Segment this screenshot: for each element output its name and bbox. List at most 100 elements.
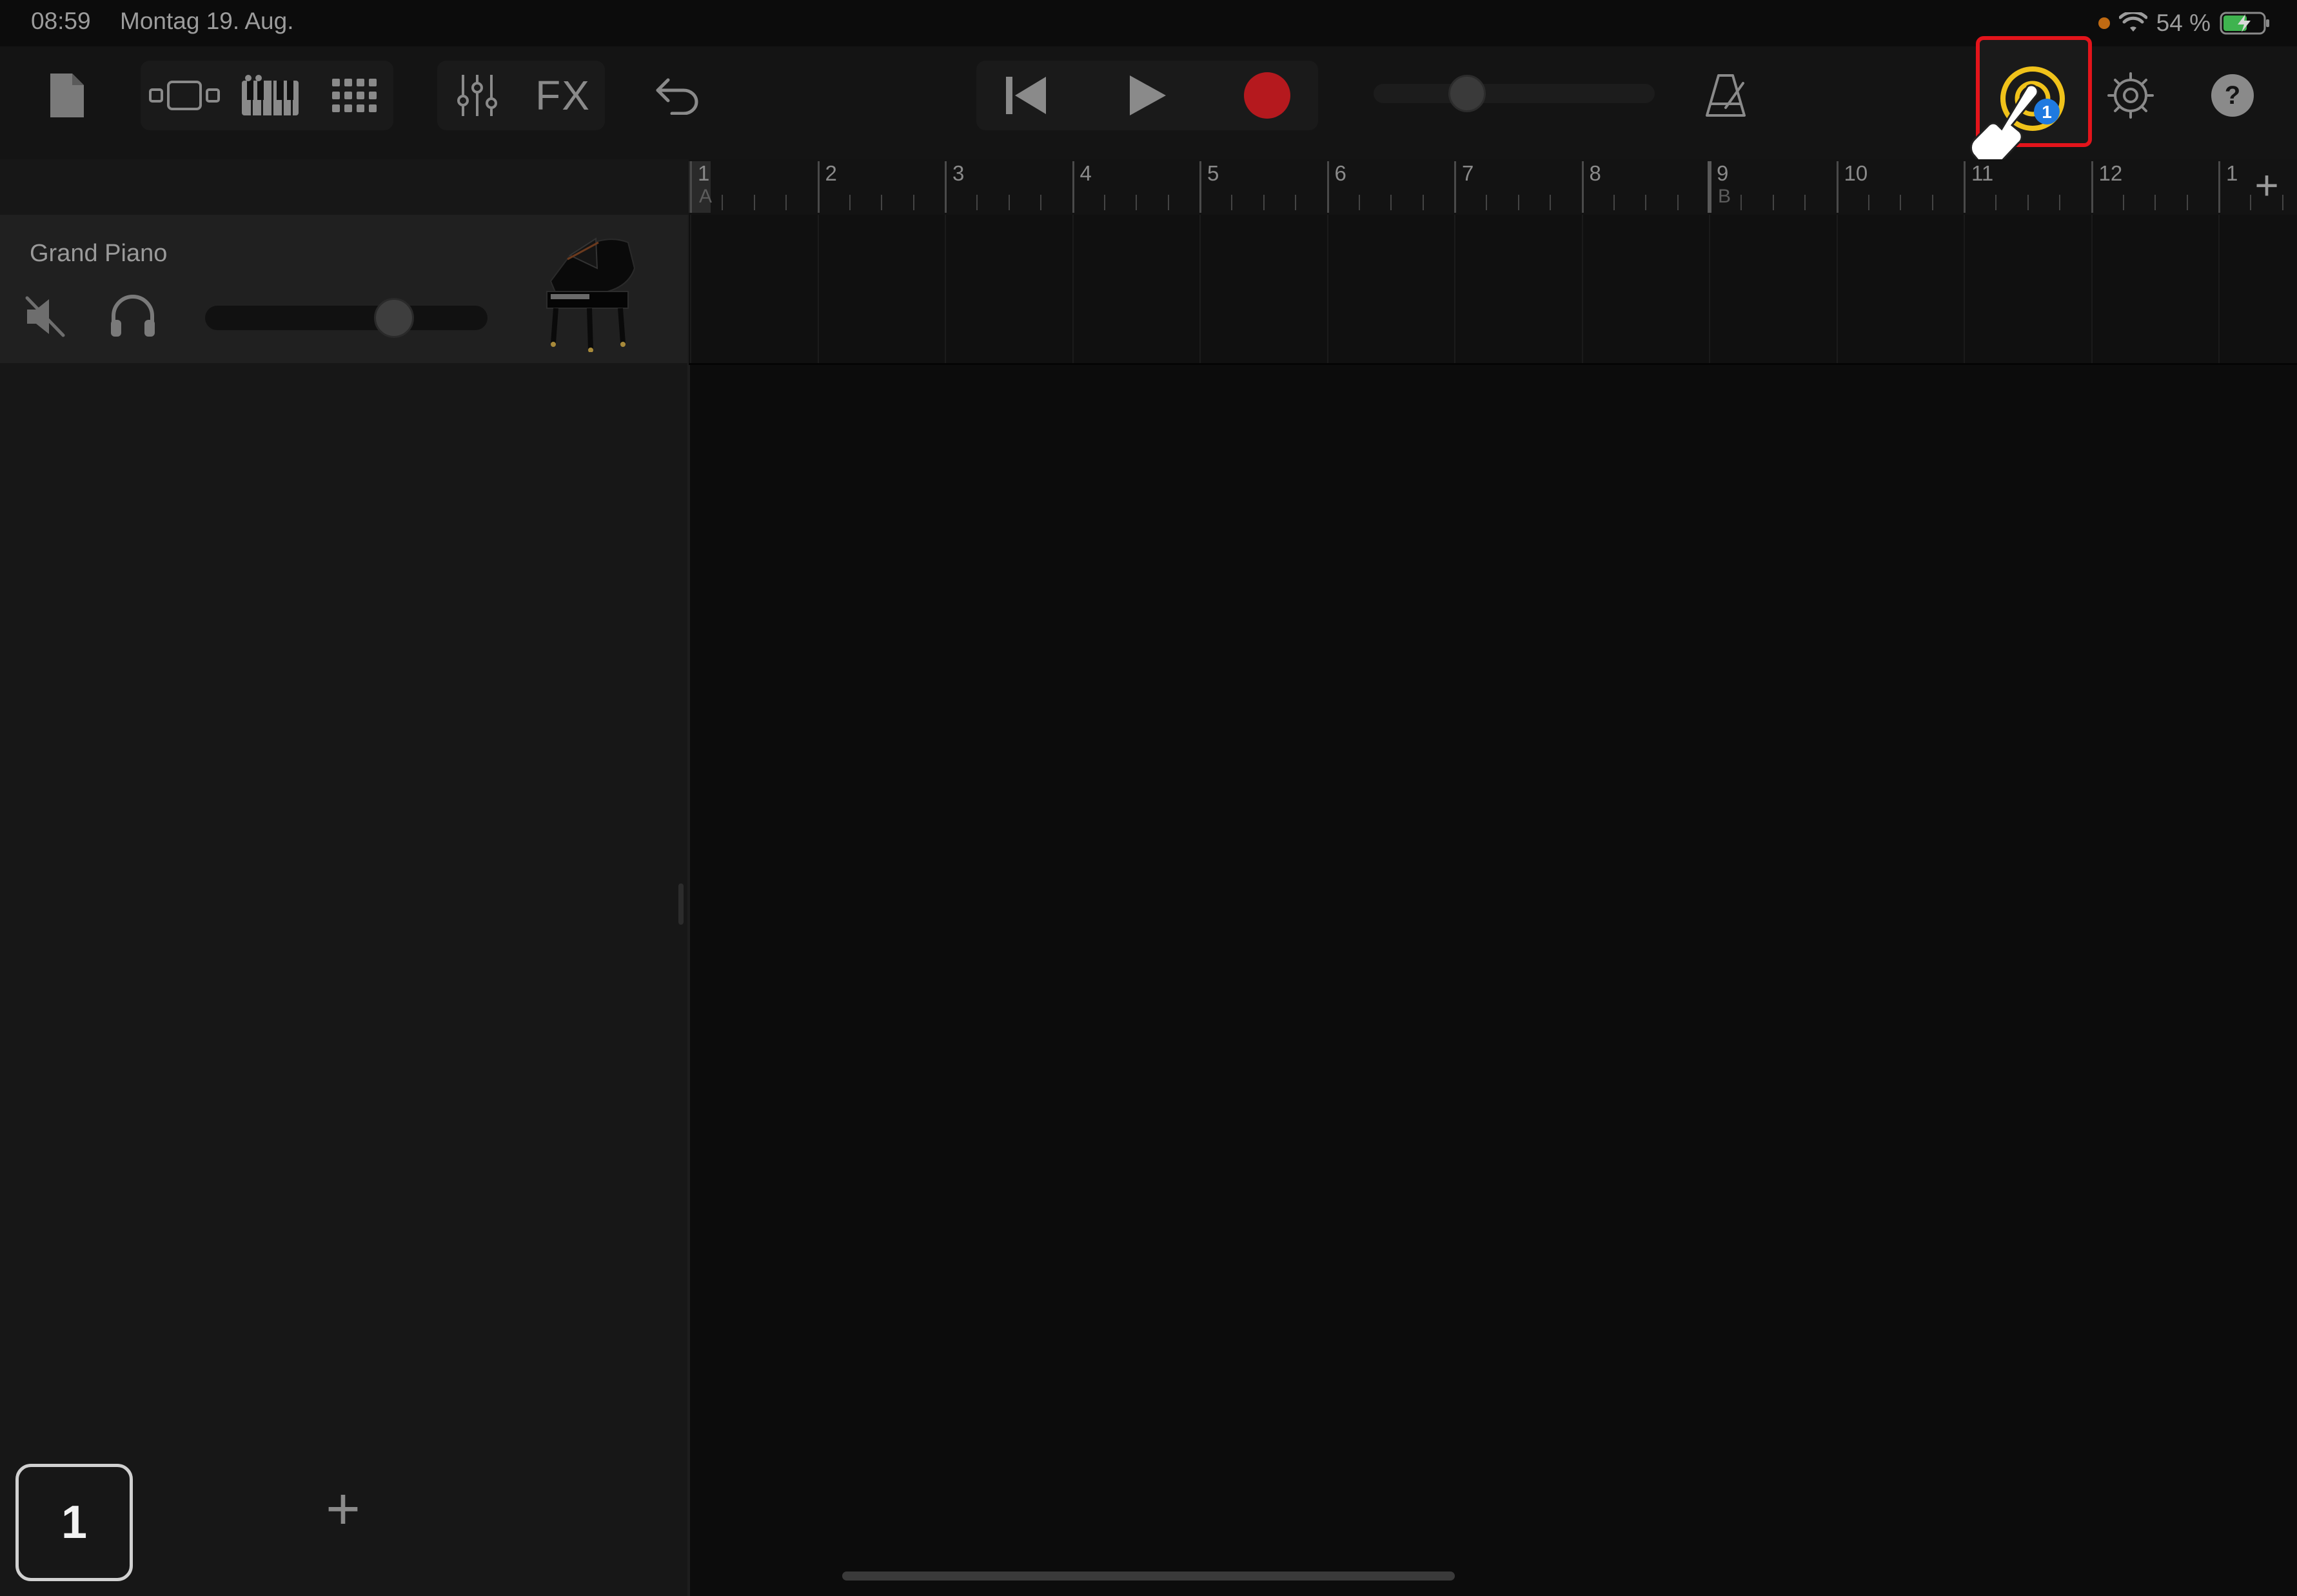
- tap-hand-icon: [1969, 80, 2042, 170]
- track-view-icon[interactable]: [146, 67, 223, 124]
- beat-tick: [1517, 195, 1519, 210]
- bar-number: 4: [1079, 161, 1092, 185]
- beat-tick: [1103, 195, 1105, 210]
- status-time: 08:59: [31, 8, 91, 34]
- bar-line: [1199, 161, 1201, 213]
- bar-line: [1581, 161, 1584, 213]
- bar-line: [1326, 161, 1329, 213]
- add-track-button[interactable]: +: [317, 1476, 369, 1542]
- mute-icon[interactable]: [23, 294, 67, 339]
- rewind-icon[interactable]: [991, 67, 1061, 124]
- lane-grid-line: [690, 215, 691, 363]
- play-icon[interactable]: [1112, 67, 1183, 124]
- beat-tick: [1868, 195, 1869, 210]
- beat-tick: [2154, 195, 2156, 210]
- lane-grid-line: [817, 215, 819, 363]
- grid-icon[interactable]: [319, 67, 389, 124]
- lane-grid-line: [1964, 215, 1965, 363]
- wifi-icon: [2118, 12, 2147, 32]
- lane-grid-line: [1326, 215, 1328, 363]
- beat-tick: [1295, 195, 1297, 210]
- bar-number: 10: [1844, 161, 1868, 185]
- track-name: Grand Piano: [30, 240, 168, 267]
- beat-tick: [1772, 195, 1774, 210]
- header-resize-handle[interactable]: [678, 883, 684, 925]
- bar-line: [817, 161, 820, 213]
- bar-number: 6: [1334, 161, 1346, 185]
- beat-tick: [1740, 195, 1742, 210]
- beat-tick: [912, 195, 914, 210]
- header-separator: [687, 215, 690, 1596]
- undo-icon[interactable]: [649, 67, 707, 124]
- volume-slider-track[interactable]: [205, 306, 488, 330]
- beat-tick: [1008, 195, 1010, 210]
- bar-number: 9: [1717, 161, 1729, 185]
- volume-slider-knob[interactable]: [374, 298, 415, 338]
- fx-button[interactable]: FX: [527, 67, 598, 124]
- loop-badge: 1: [2042, 102, 2052, 122]
- beat-tick: [1645, 195, 1647, 210]
- beat-tick: [1358, 195, 1360, 210]
- bar-line: [1072, 161, 1074, 213]
- bar-number: 1: [2226, 161, 2238, 185]
- beat-tick: [1263, 195, 1265, 210]
- beat-tick: [2122, 195, 2124, 210]
- headphones-icon[interactable]: [108, 293, 157, 339]
- bar-number: 12: [2098, 161, 2123, 185]
- mixer-icon[interactable]: [445, 67, 509, 124]
- lane-grid-line: [1709, 215, 1710, 363]
- beat-tick: [1390, 195, 1392, 210]
- track-lane-grand-piano[interactable]: [689, 215, 2297, 365]
- tempo-slider-knob[interactable]: [1448, 75, 1486, 112]
- bar-number: 2: [825, 161, 837, 185]
- tempo-slider-track[interactable]: [1374, 84, 1655, 103]
- bar-number: 7: [1462, 161, 1474, 185]
- bar-line: [690, 161, 692, 213]
- lane-grid-line: [1836, 215, 1838, 363]
- lane-grid-line: [945, 215, 946, 363]
- help-icon[interactable]: ?: [2202, 67, 2263, 124]
- bar-number: 5: [1207, 161, 1219, 185]
- timeline-ruler[interactable]: [689, 159, 2297, 215]
- lane-grid-line: [2218, 215, 2220, 363]
- bar-number: 3: [952, 161, 965, 185]
- bar-line: [1454, 161, 1456, 213]
- beat-tick: [1613, 195, 1615, 210]
- keyboard-icon[interactable]: [235, 67, 306, 124]
- document-icon[interactable]: [39, 67, 95, 124]
- beat-tick: [1136, 195, 1138, 210]
- beat-tick: [1677, 195, 1679, 210]
- bar-line: [2218, 161, 2220, 213]
- lane-grid-line: [1072, 215, 1074, 363]
- status-right: 54 %: [2098, 8, 2271, 39]
- bar-number: 8: [1589, 161, 1601, 185]
- status-bar: 08:59 Montag 19. Aug. 54 %: [0, 0, 2297, 46]
- lane-grid-line: [1454, 215, 1455, 363]
- record-icon[interactable]: [1232, 67, 1303, 124]
- lane-grid-line: [1199, 215, 1201, 363]
- beat-tick: [1804, 195, 1806, 210]
- beat-tick: [1040, 195, 1042, 210]
- beat-tick: [1167, 195, 1169, 210]
- beat-tick: [1422, 195, 1424, 210]
- home-indicator: [842, 1571, 1455, 1581]
- beat-tick: [976, 195, 978, 210]
- beat-tick: [1486, 195, 1488, 210]
- mic-indicator-icon: [2098, 17, 2110, 29]
- settings-gear-icon[interactable]: [2100, 67, 2162, 124]
- beat-tick: [2027, 195, 2029, 210]
- section-button[interactable]: 1: [15, 1464, 133, 1581]
- beat-tick: [2059, 195, 2061, 210]
- metronome-icon[interactable]: [1695, 67, 1757, 124]
- grand-piano-image: [531, 230, 641, 353]
- fx-label: FX: [535, 72, 591, 119]
- bar-line: [945, 161, 947, 213]
- beat-tick: [2186, 195, 2188, 210]
- lane-grid-line: [1581, 215, 1583, 363]
- battery-charging-icon: [2220, 12, 2269, 35]
- beat-tick: [2282, 195, 2283, 210]
- section-marker: B: [1718, 186, 1731, 207]
- beat-tick: [1931, 195, 1933, 210]
- beat-tick: [722, 195, 724, 210]
- lane-grid-line: [2091, 215, 2093, 363]
